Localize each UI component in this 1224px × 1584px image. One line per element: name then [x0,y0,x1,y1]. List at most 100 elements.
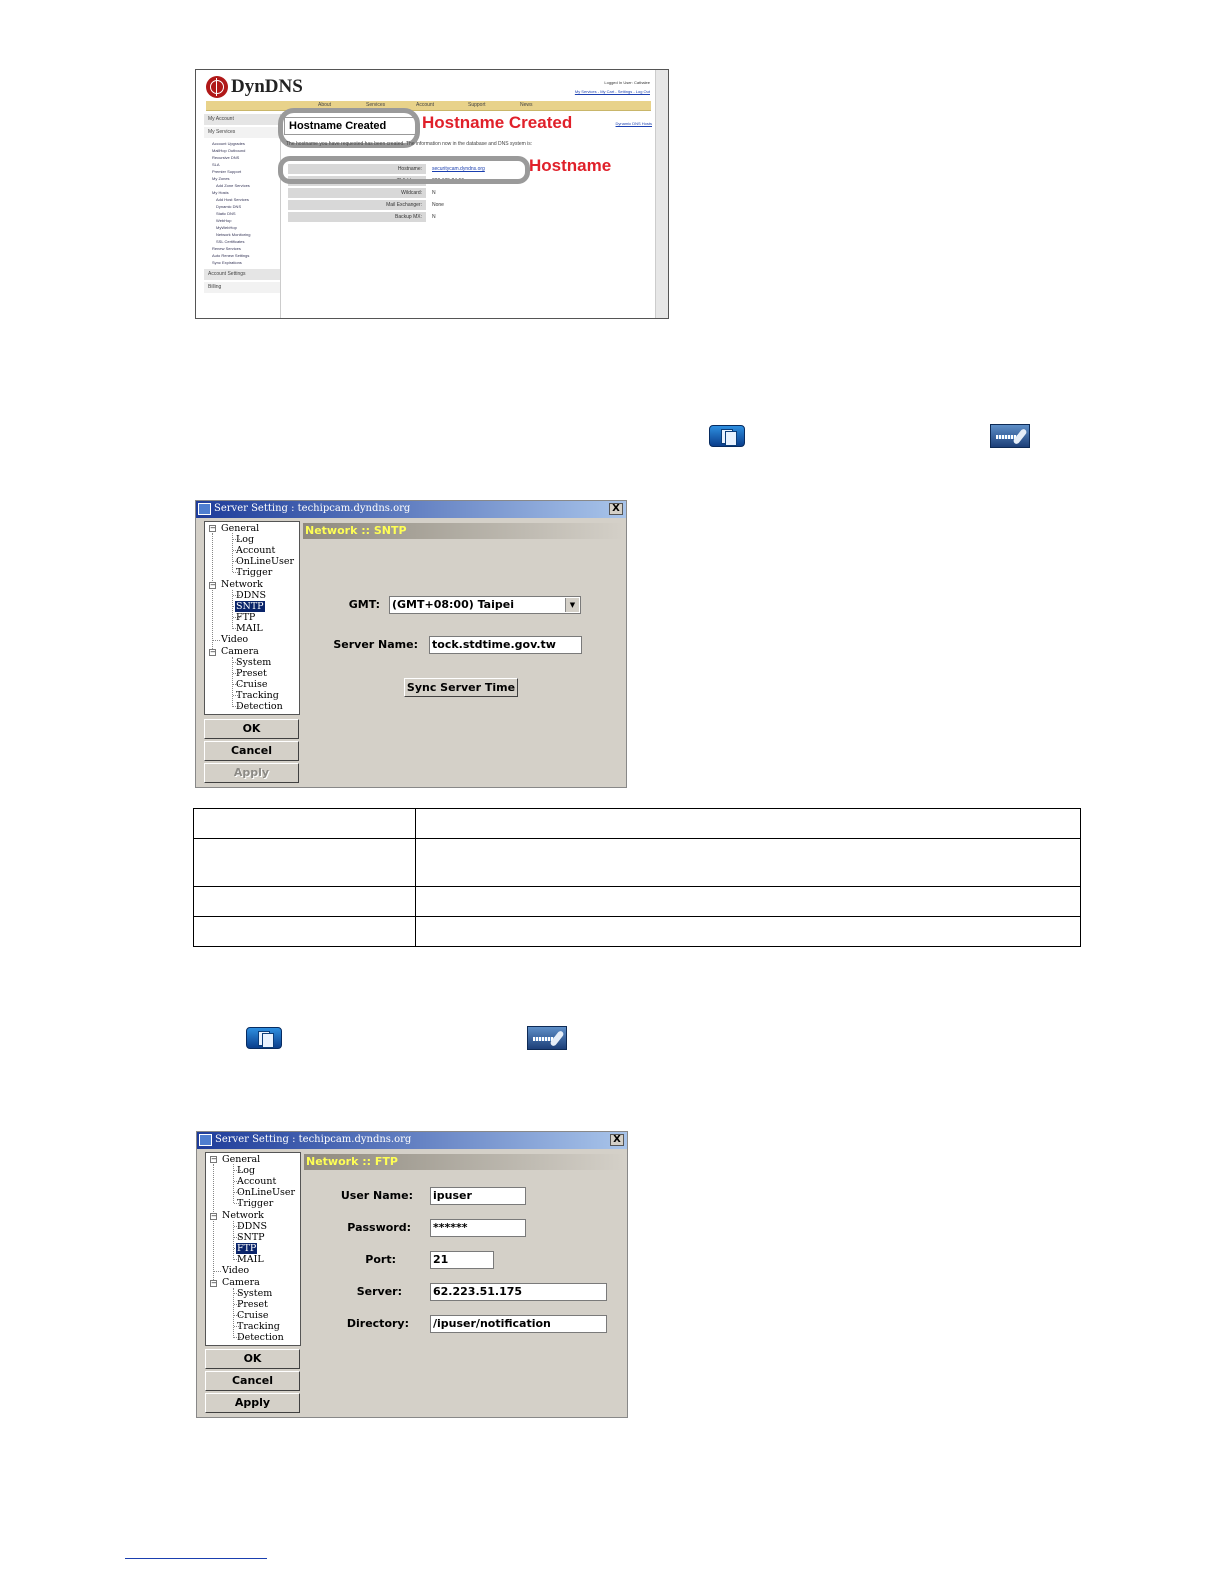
server-input[interactable]: 62.223.51.175 [430,1283,607,1301]
top-nav: About Services Account Support News [206,101,651,111]
sidebar-item[interactable]: WebHop [204,217,280,224]
sidebar-item[interactable]: Add Host Services [204,196,280,203]
server-name-label: Server Name: [333,638,418,651]
sidebar-item[interactable]: My Hosts [204,189,280,196]
tree-trigger[interactable]: Trigger [236,567,272,578]
apply-button[interactable]: Apply [205,1393,300,1413]
tree-video[interactable]: Video [221,634,248,645]
dialog-title: Server Setting : techipcam.dyndns.org [215,1134,412,1145]
tree-cruise[interactable]: Cruise [236,679,267,690]
user-name-input[interactable]: ipuser [430,1187,526,1205]
tree-ddns[interactable]: DDNS [236,590,266,601]
collapse-icon[interactable]: − [210,1156,217,1163]
sidebar-item[interactable]: Account Upgrades [204,140,280,147]
tree-log[interactable]: Log [236,534,254,545]
ok-button[interactable]: OK [205,1349,300,1369]
ok-button[interactable]: OK [204,719,299,739]
tree-system[interactable]: System [236,657,271,668]
sidebar-item[interactable]: Network Monitoring [204,231,280,238]
tree-detection[interactable]: Detection [237,1332,284,1343]
nav-account[interactable]: Account [416,102,434,108]
tree-online-user[interactable]: OnLineUser [236,556,294,567]
tree-tracking[interactable]: Tracking [237,1321,280,1332]
sidebar-item[interactable]: Static DNS [204,210,280,217]
tree-ftp[interactable]: FTP [236,612,255,623]
tree-trigger[interactable]: Trigger [237,1198,273,1209]
tree-camera[interactable]: Camera [221,646,259,657]
sidebar-my-account[interactable]: My Account [204,114,280,125]
port-label: Port: [365,1253,396,1266]
collapse-icon[interactable]: − [210,1213,217,1220]
annotation-hostname-created: Hostname Created [422,113,573,132]
table-row [193,886,1081,917]
sidebar-item[interactable]: Add Zone Services [204,182,280,189]
tree-system[interactable]: System [237,1288,272,1299]
directory-input[interactable]: /ipuser/notification [430,1315,607,1333]
tree-detection[interactable]: Detection [236,701,283,712]
sidebar-item[interactable]: SSL Certificates [204,238,280,245]
tree-ftp[interactable]: FTP [236,1243,258,1254]
sidebar-item[interactable]: Premier Support [204,168,280,175]
collapse-icon[interactable]: − [209,525,216,532]
tree-sntp[interactable]: SNTP [237,1232,265,1243]
sidebar-item[interactable]: SLA [204,161,280,168]
close-button[interactable]: X [610,1134,624,1146]
port-input[interactable]: 21 [430,1251,494,1269]
table-row [193,916,1081,947]
tree-general[interactable]: General [222,1154,260,1165]
title-bar[interactable]: Server Setting : techipcam.dyndns.org X [197,1132,627,1149]
collapse-icon[interactable]: − [210,1280,217,1287]
sidebar-item[interactable]: My Zones [204,175,280,182]
sidebar-my-services[interactable]: My Services [204,127,280,138]
sidebar-item[interactable]: Dynamic DNS [204,203,280,210]
tree-camera[interactable]: Camera [222,1277,260,1288]
panel-title: Network :: FTP [306,1155,398,1168]
tree-network[interactable]: Network [221,579,263,590]
server-name-input[interactable]: tock.stdtime.gov.tw [429,636,582,654]
dynamic-dns-hosts-link[interactable]: Dynamic DNS Hosts [616,121,652,126]
network-icon [990,424,1030,448]
tree-preset[interactable]: Preset [236,668,267,679]
sidebar-account-settings[interactable]: Account Settings [204,269,280,280]
tree-account[interactable]: Account [237,1176,276,1187]
sidebar-item[interactable]: Auto Renew Settings [204,252,280,259]
tree-video[interactable]: Video [222,1265,249,1276]
cancel-button[interactable]: Cancel [205,1371,300,1391]
tree-preset[interactable]: Preset [237,1299,268,1310]
tree-sntp[interactable]: SNTP [235,601,265,612]
tree-log[interactable]: Log [237,1165,255,1176]
password-input[interactable]: ****** [430,1219,526,1237]
nav-news[interactable]: News [520,102,533,108]
network-icon [527,1026,567,1050]
tree-mail[interactable]: MAIL [237,1254,264,1265]
cancel-button[interactable]: Cancel [204,741,299,761]
tree-network[interactable]: Network [222,1210,264,1221]
tree-general[interactable]: General [221,523,259,534]
sync-server-time-button[interactable]: Sync Server Time [404,678,518,697]
app-icon [198,503,211,515]
tree-mail[interactable]: MAIL [236,623,263,634]
gmt-select[interactable]: (GMT+08:00) Taipei ▼ [389,596,581,614]
tree-tracking[interactable]: Tracking [236,690,279,701]
tree-online-user[interactable]: OnLineUser [237,1187,295,1198]
chevron-down-icon[interactable]: ▼ [565,598,579,612]
scrollbar[interactable] [655,70,668,318]
collapse-icon[interactable]: − [209,582,216,589]
sidebar-billing[interactable]: Billing [204,282,280,293]
title-bar[interactable]: Server Setting : techipcam.dyndns.org X [196,501,626,518]
sidebar-item[interactable]: MyWebHop [204,224,280,231]
tree-cruise[interactable]: Cruise [237,1310,268,1321]
nav-support[interactable]: Support [468,102,486,108]
user-name-label: User Name: [340,1189,413,1202]
sidebar-item[interactable]: Renew Services [204,245,280,252]
sidebar-item[interactable]: Sync Expirations [204,259,280,266]
sidebar-item[interactable]: MailHop Outbound [204,147,280,154]
collapse-icon[interactable]: − [209,649,216,656]
sidebar-item[interactable]: Recursive DNS [204,154,280,161]
tree-ddns[interactable]: DDNS [237,1221,267,1232]
apply-button[interactable]: Apply [204,763,299,783]
close-button[interactable]: X [609,503,623,515]
result-description: The hostname you have requested has been… [286,141,533,147]
user-links[interactable]: My Services - My Cart - Settings - Log O… [575,87,650,96]
tree-account[interactable]: Account [236,545,275,556]
